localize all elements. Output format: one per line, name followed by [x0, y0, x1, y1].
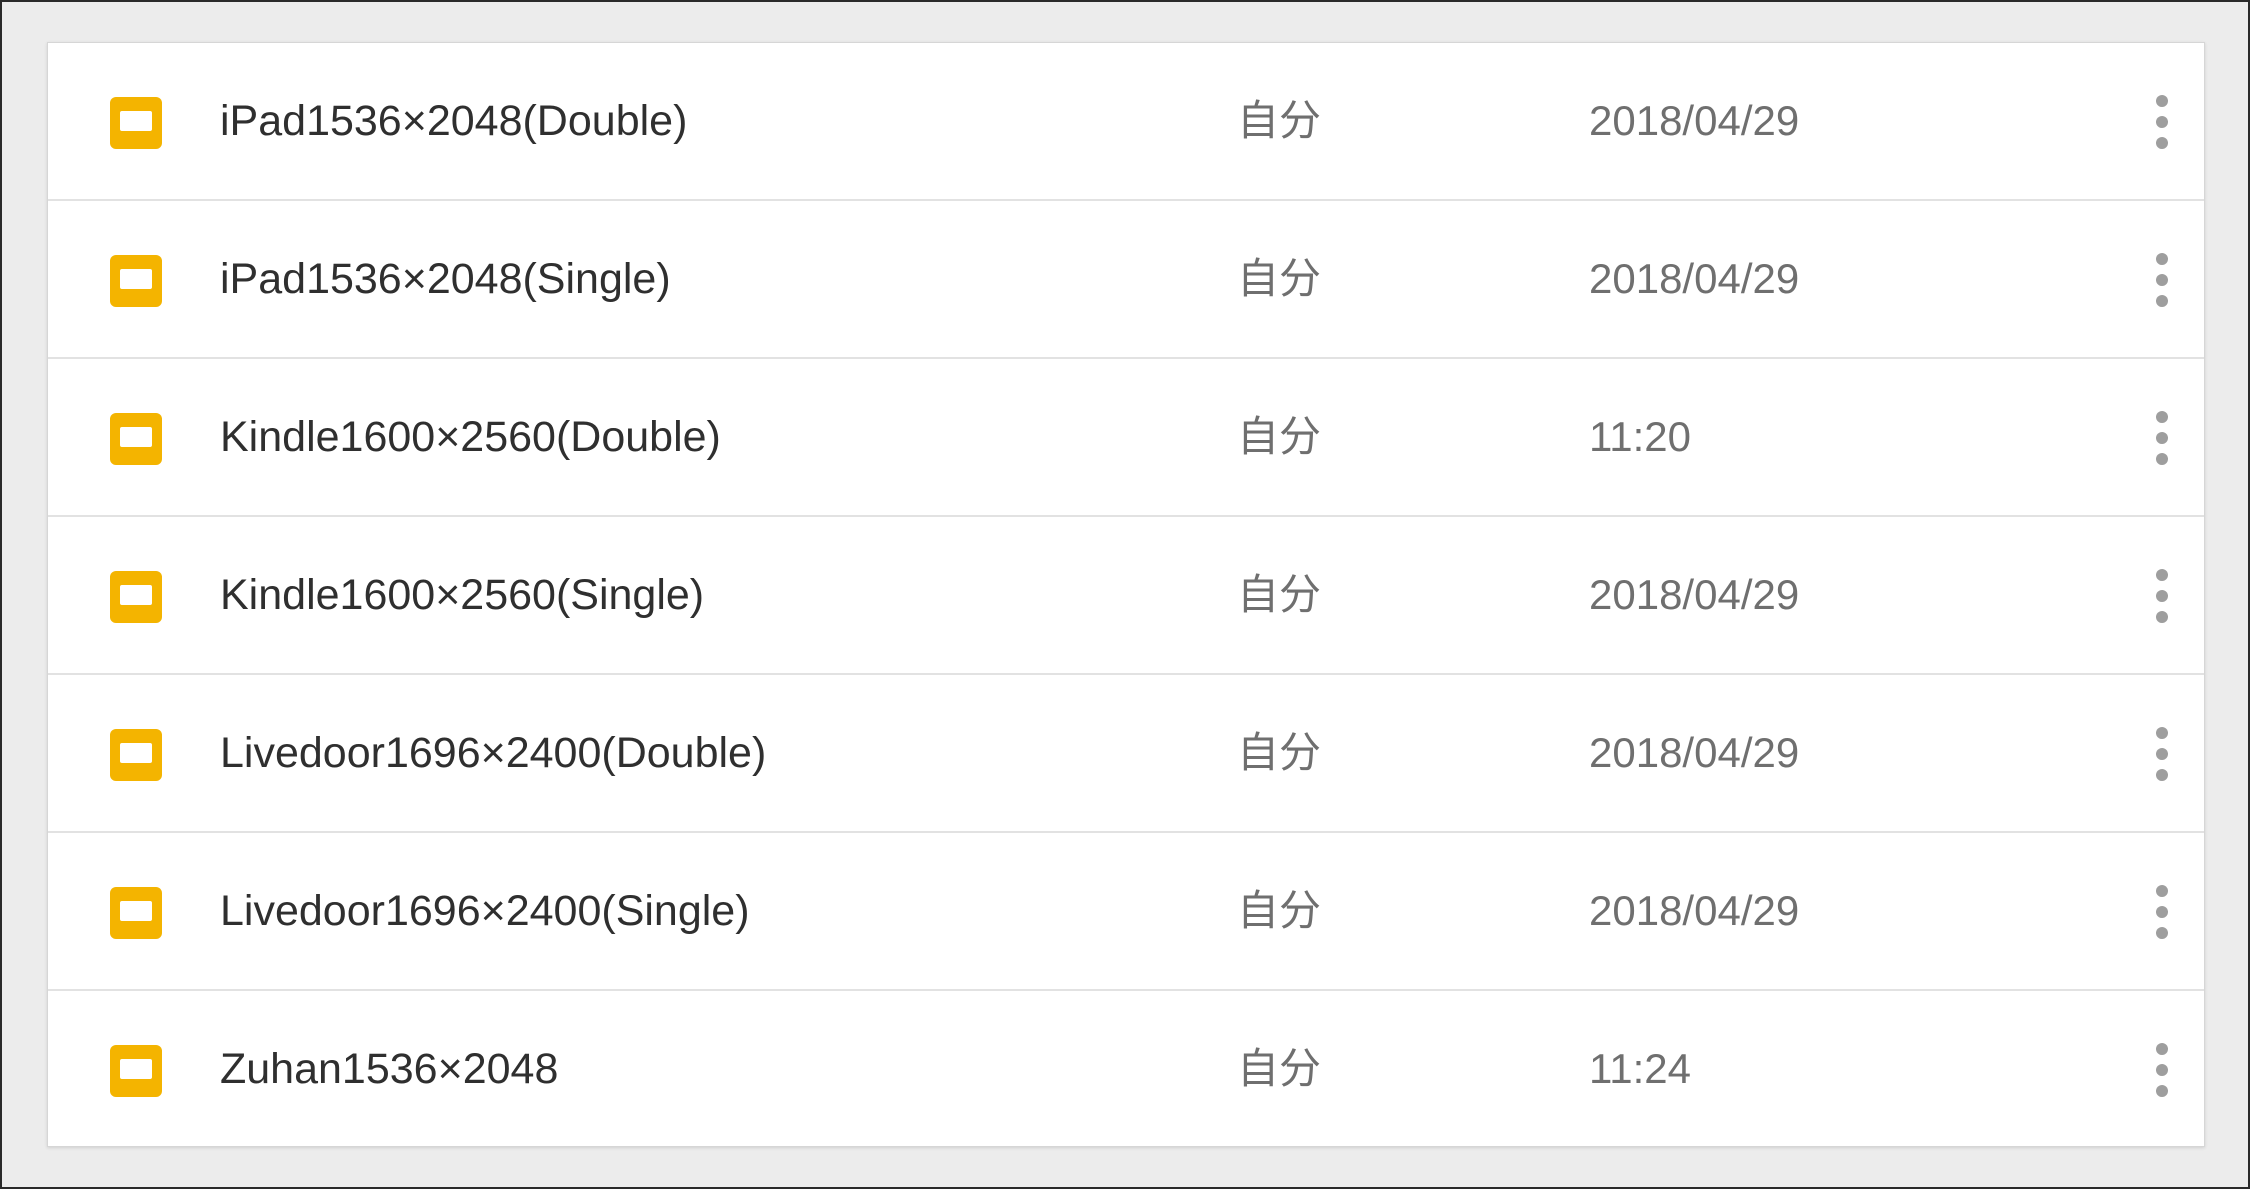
slides-file-icon — [110, 97, 162, 149]
file-name: iPad1536×2048(Double) — [220, 97, 688, 145]
file-row[interactable]: Kindle1600×2560(Single) 自分 2018/04/29 — [48, 517, 2204, 675]
file-name: Kindle1600×2560(Single) — [220, 571, 705, 619]
more-vert-icon — [2156, 1043, 2168, 1055]
file-row[interactable]: iPad1536×2048(Single) 自分 2018/04/29 — [48, 201, 2204, 359]
file-modified-date: 2018/04/29 — [1589, 571, 1800, 618]
slides-file-icon — [110, 729, 162, 781]
file-row[interactable]: Kindle1600×2560(Double) 自分 11:20 — [48, 359, 2204, 517]
file-owner: 自分 — [1237, 570, 1322, 619]
file-modified-date: 2018/04/29 — [1589, 729, 1800, 776]
file-owner: 自分 — [1237, 1044, 1322, 1093]
file-modified-date: 2018/04/29 — [1589, 255, 1800, 302]
more-vert-icon — [2156, 727, 2168, 739]
more-vert-icon — [2156, 885, 2168, 897]
file-row[interactable]: Zuhan1536×2048 自分 11:24 — [48, 991, 2204, 1149]
file-owner: 自分 — [1237, 728, 1322, 777]
file-modified-date: 2018/04/29 — [1589, 97, 1800, 144]
file-name: iPad1536×2048(Single) — [220, 255, 671, 303]
file-name: Livedoor1696×2400(Double) — [220, 729, 767, 777]
file-modified-date: 2018/04/29 — [1589, 887, 1800, 934]
file-name: Livedoor1696×2400(Single) — [220, 887, 750, 935]
file-row[interactable]: Livedoor1696×2400(Double) 自分 2018/04/29 — [48, 675, 2204, 833]
file-owner: 自分 — [1237, 886, 1322, 935]
file-name: Kindle1600×2560(Double) — [220, 413, 721, 461]
more-options-button[interactable] — [2147, 725, 2177, 783]
more-vert-icon — [2156, 95, 2168, 107]
file-modified-date: 11:24 — [1589, 1045, 1691, 1092]
file-owner: 自分 — [1237, 254, 1322, 303]
more-options-button[interactable] — [2147, 409, 2177, 467]
more-vert-icon — [2156, 569, 2168, 581]
slides-file-icon — [110, 887, 162, 939]
file-owner: 自分 — [1237, 412, 1322, 461]
more-options-button[interactable] — [2147, 567, 2177, 625]
file-list: iPad1536×2048(Double) 自分 2018/04/29 iPad… — [47, 42, 2205, 1147]
more-options-button[interactable] — [2147, 93, 2177, 151]
file-row[interactable]: Livedoor1696×2400(Single) 自分 2018/04/29 — [48, 833, 2204, 991]
slides-file-icon — [110, 571, 162, 623]
slides-file-icon — [110, 413, 162, 465]
file-owner: 自分 — [1237, 96, 1322, 145]
slides-file-icon — [110, 1045, 162, 1097]
more-vert-icon — [2156, 253, 2168, 265]
slides-file-icon — [110, 255, 162, 307]
more-options-button[interactable] — [2147, 251, 2177, 309]
file-modified-date: 11:20 — [1589, 413, 1691, 460]
more-options-button[interactable] — [2147, 883, 2177, 941]
file-name: Zuhan1536×2048 — [220, 1045, 559, 1093]
more-vert-icon — [2156, 411, 2168, 423]
file-row[interactable]: iPad1536×2048(Double) 自分 2018/04/29 — [48, 43, 2204, 201]
app-frame: iPad1536×2048(Double) 自分 2018/04/29 iPad… — [0, 0, 2250, 1189]
more-options-button[interactable] — [2147, 1041, 2177, 1099]
